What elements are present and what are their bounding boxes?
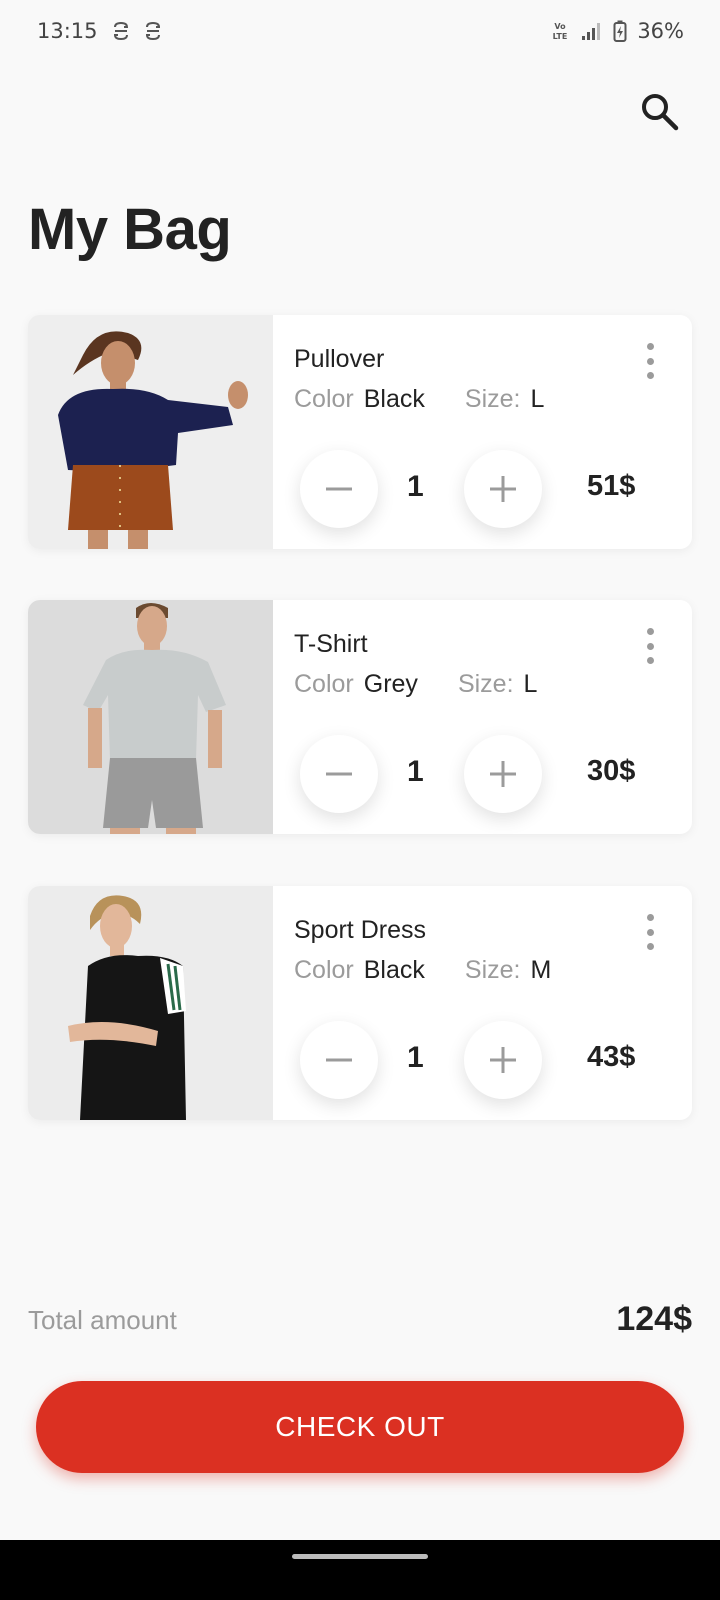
quantity-value: 1 — [407, 470, 424, 503]
color-value: Black — [363, 956, 425, 984]
quantity-value: 1 — [407, 755, 424, 788]
plus-icon — [490, 476, 516, 502]
volte-icon: Vo LTE — [549, 20, 571, 42]
quantity-value: 1 — [407, 1041, 424, 1074]
increase-quantity-button[interactable] — [464, 450, 542, 528]
more-vert-icon — [646, 914, 654, 921]
search-button[interactable] — [638, 90, 682, 134]
system-nav-bar — [0, 1540, 720, 1600]
checkout-button[interactable]: CHECK OUT — [36, 1381, 684, 1473]
status-time: 13:15 — [37, 19, 98, 43]
color-label: Color — [294, 670, 354, 698]
signal-icon — [581, 21, 603, 41]
size-label: Size: — [464, 956, 521, 984]
home-indicator[interactable] — [292, 1554, 428, 1559]
bag-item-card[interactable]: Sport Dress Color Black Size: M 1 43$ — [28, 886, 692, 1120]
item-details: T-Shirt Color Grey Size: L 1 30$ — [273, 600, 692, 834]
item-price: 51$ — [587, 470, 636, 502]
more-options-button[interactable] — [638, 626, 662, 666]
item-name: T-Shirt — [294, 630, 368, 658]
svg-text:Vo: Vo — [555, 22, 567, 31]
more-vert-icon — [646, 343, 654, 350]
item-attributes: Color Black Size: L — [294, 385, 544, 414]
color-label: Color — [294, 385, 354, 413]
size-value: M — [530, 956, 552, 984]
product-image — [28, 315, 273, 549]
size-value: L — [523, 670, 538, 698]
product-image — [28, 886, 273, 1120]
size-label: Size: — [464, 385, 521, 413]
sync-icon — [112, 20, 130, 42]
total-amount-label: Total amount — [28, 1305, 177, 1335]
item-attributes: Color Black Size: M — [294, 956, 551, 985]
status-right: Vo LTE 36% — [549, 19, 684, 43]
status-left: 13:15 — [37, 19, 162, 43]
item-name: Pullover — [294, 345, 385, 373]
more-options-button[interactable] — [638, 912, 662, 952]
minus-icon — [326, 772, 352, 776]
increase-quantity-button[interactable] — [464, 735, 542, 813]
battery-charging-icon — [613, 20, 627, 42]
item-attributes: Color Grey Size: L — [294, 670, 537, 699]
decrease-quantity-button[interactable] — [300, 1021, 378, 1099]
minus-icon — [326, 1058, 352, 1062]
bag-item-card[interactable]: T-Shirt Color Grey Size: L 1 30$ — [28, 600, 692, 834]
size-value: L — [530, 385, 545, 413]
item-price: 43$ — [587, 1041, 636, 1073]
size-label: Size: — [457, 670, 514, 698]
decrease-quantity-button[interactable] — [300, 450, 378, 528]
minus-icon — [326, 487, 352, 491]
svg-text:LTE: LTE — [553, 32, 568, 41]
increase-quantity-button[interactable] — [464, 1021, 542, 1099]
item-name: Sport Dress — [294, 916, 426, 944]
sync-icon — [144, 20, 162, 42]
search-icon — [642, 94, 679, 131]
total-amount-value: 124$ — [616, 1300, 692, 1338]
decrease-quantity-button[interactable] — [300, 735, 378, 813]
bag-item-card[interactable]: Pullover Color Black Size: L 1 51$ — [28, 315, 692, 549]
plus-icon — [490, 761, 516, 787]
more-vert-icon — [646, 628, 654, 635]
plus-icon — [490, 1047, 516, 1073]
color-value: Grey — [363, 670, 418, 698]
color-label: Color — [294, 956, 354, 984]
battery-percent: 36% — [637, 19, 684, 43]
item-details: Pullover Color Black Size: L 1 51$ — [273, 315, 692, 549]
color-value: Black — [363, 385, 425, 413]
product-image — [28, 600, 273, 834]
item-price: 30$ — [587, 755, 636, 787]
item-details: Sport Dress Color Black Size: M 1 43$ — [273, 886, 692, 1120]
status-bar: 13:15 Vo LTE 36% — [0, 0, 720, 62]
more-options-button[interactable] — [638, 341, 662, 381]
page-title: My Bag — [28, 197, 232, 262]
